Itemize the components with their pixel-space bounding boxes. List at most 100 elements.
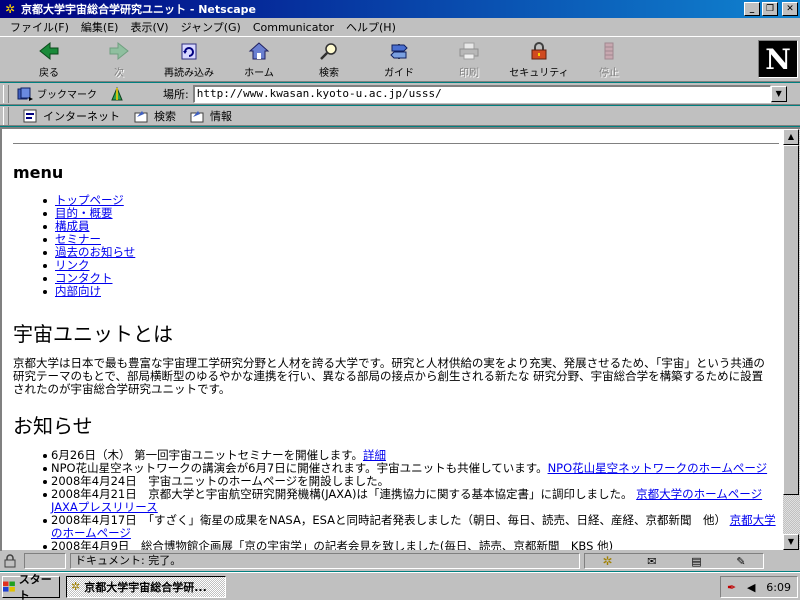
window-title: 京都大学宇宙総合学研究ユニット - Netscape xyxy=(21,3,256,16)
stop-button[interactable]: 停止 xyxy=(574,37,644,81)
security-label: セキュリティ xyxy=(509,67,569,79)
personal-search[interactable]: 検索 xyxy=(134,108,176,124)
news-link-npo[interactable]: NPO花山星空ネットワークのホームページ xyxy=(548,461,768,475)
taskbar-netscape-window[interactable]: ✲ 京都大学宇宙総合学研... xyxy=(66,575,226,598)
guide-button[interactable]: ガイド xyxy=(364,37,434,81)
section-about-text: 京都大学は日本で最も豊富な宇宙理工学研究分野と人材を誇る大学です。研究と人材供給… xyxy=(13,356,765,396)
menu-heading: menu xyxy=(13,163,64,182)
section-about-title: 宇宙ユニットとは xyxy=(13,322,173,346)
info-bookmark-icon xyxy=(190,110,204,122)
search-button[interactable]: 検索 xyxy=(294,37,364,81)
taskbar-window-label: 京都大学宇宙総合学研... xyxy=(84,580,207,594)
home-button[interactable]: ホーム xyxy=(224,37,294,81)
reload-button[interactable]: 再読み込み xyxy=(154,37,224,81)
news-link-kyoto-u[interactable]: 京都大学のホームページ xyxy=(636,487,762,501)
title-bar[interactable]: ✲ 京都大学宇宙総合学研究ユニット - Netscape _ ❐ ✕ xyxy=(0,0,800,18)
personal-internet[interactable]: インターネット xyxy=(23,108,120,124)
status-bar: ドキュメント: 完了。 ✲ ✉ ▤ ✎ xyxy=(0,551,800,571)
print-label: 印刷 xyxy=(459,67,479,79)
close-button[interactable]: ✕ xyxy=(782,2,798,16)
print-icon xyxy=(457,40,481,62)
nav-item-links: リンク xyxy=(39,259,779,272)
scroll-down-button[interactable]: ▼ xyxy=(783,534,799,550)
home-label: ホーム xyxy=(244,67,274,79)
search-icon xyxy=(317,40,341,62)
clock[interactable]: 6:09 xyxy=(766,581,791,594)
nav-item-purpose: 目的・概要 xyxy=(39,207,779,220)
news-text: 2008年4月17日 「すざく」衛星の成果をNASA，ESAと同時記者発表しまし… xyxy=(51,513,726,527)
location-url-input[interactable]: http://www.kwasan.kyoto-u.ac.jp/usss/ xyxy=(192,84,771,103)
news-text: NPO花山星空ネットワークの講演会が6月7日に開催されます。宇宙ユニットも共催し… xyxy=(51,461,548,475)
news-text: 6月26日（木） 第一回宇宙ユニットセミナーを開催します。 xyxy=(51,448,363,462)
start-label: スタート xyxy=(18,572,52,600)
taskbar-netscape-icon: ✲ xyxy=(71,580,81,593)
netscape-app-icon[interactable]: ✲ xyxy=(3,2,17,16)
news-item: 2008年4月9日 総合博物館企画展「京の宇宙学」の記者会見を致しました(毎日、… xyxy=(39,540,779,550)
page-proxy-icon[interactable] xyxy=(109,86,125,102)
vertical-scrollbar[interactable]: ▲ ▼ xyxy=(783,129,800,550)
personal-info[interactable]: 情報 xyxy=(190,108,232,124)
search-label: 検索 xyxy=(319,67,339,79)
menu-go[interactable]: ジャンプ(G) xyxy=(175,19,247,35)
nav-item-seminar: セミナー xyxy=(39,233,779,246)
guide-icon xyxy=(387,40,411,62)
stop-icon xyxy=(597,40,621,62)
news-text: 2008年4月21日 京都大学と宇宙航空研究開発機構(JAXA)は「連携協力に関… xyxy=(51,487,633,501)
security-button[interactable]: セキュリティ xyxy=(504,37,574,81)
minimize-button[interactable]: _ xyxy=(744,2,760,16)
maximize-button[interactable]: ❐ xyxy=(762,2,778,16)
web-content[interactable]: menu トップページ 目的・概要 構成員 セミナー 過去のお知らせ リンク コ… xyxy=(2,129,783,550)
lock-icon xyxy=(527,40,551,62)
system-tray: ✒ ◀ 6:09 xyxy=(720,576,798,598)
nav-link-internal[interactable]: 内部向け xyxy=(55,285,101,298)
progress-bar xyxy=(24,553,66,569)
bookmarks-button[interactable]: ブックマーク xyxy=(17,86,97,101)
back-button[interactable]: 戻る xyxy=(14,37,84,81)
home-icon xyxy=(247,40,271,62)
back-arrow-icon xyxy=(37,40,61,62)
horizontal-rule xyxy=(13,143,779,145)
location-dropdown-button[interactable]: ▼ xyxy=(770,85,787,102)
mail-icon[interactable]: ✉ xyxy=(647,555,656,568)
discussion-icon[interactable]: ▤ xyxy=(691,555,701,568)
status-text: ドキュメント: 完了。 xyxy=(70,553,580,569)
menu-edit[interactable]: 編集(E) xyxy=(75,19,125,35)
personal-search-label: 検索 xyxy=(154,109,176,123)
windows-logo-icon xyxy=(3,581,15,592)
scroll-up-button[interactable]: ▲ xyxy=(783,129,799,145)
netscape-logo[interactable]: N xyxy=(758,40,798,78)
ime-pen-icon[interactable]: ✒ xyxy=(727,581,736,594)
menu-communicator[interactable]: Communicator xyxy=(247,21,340,34)
bookmarks-label: ブックマーク xyxy=(37,90,97,101)
composer-icon[interactable]: ✎ xyxy=(736,555,745,568)
volume-icon[interactable]: ◀ xyxy=(747,581,755,594)
forward-button[interactable]: 次 xyxy=(84,37,154,81)
location-label: 場所: xyxy=(163,87,189,101)
reload-label: 再読み込み xyxy=(164,67,214,79)
personal-internet-label: インターネット xyxy=(43,109,120,123)
start-button[interactable]: スタート xyxy=(2,573,60,600)
navigator-icon[interactable]: ✲ xyxy=(602,554,612,568)
news-link-jaxa[interactable]: JAXAプレスリリース xyxy=(51,500,158,514)
back-label: 戻る xyxy=(39,67,59,79)
internet-icon xyxy=(23,109,37,122)
news-list: 6月26日（木） 第一回宇宙ユニットセミナーを開催します。詳細 NPO花山星空ネ… xyxy=(39,449,779,550)
nav-item-contact: コンタクト xyxy=(39,272,779,285)
news-link-details[interactable]: 詳細 xyxy=(363,448,386,462)
search-bookmark-icon xyxy=(134,110,148,122)
menu-bar: ファイル(F) 編集(E) 表示(V) ジャンプ(G) Communicator… xyxy=(0,18,800,36)
print-button[interactable]: 印刷 xyxy=(434,37,504,81)
windows-taskbar: スタート ✲ 京都大学宇宙総合学研... ✒ ◀ 6:09 xyxy=(0,572,800,600)
stop-label: 停止 xyxy=(599,67,619,79)
menu-file[interactable]: ファイル(F) xyxy=(4,19,75,35)
scroll-thumb[interactable] xyxy=(783,145,799,495)
toolbar-grip[interactable] xyxy=(3,84,9,103)
personal-toolbar-grip[interactable] xyxy=(3,106,9,125)
security-status-icon[interactable] xyxy=(2,553,18,569)
navigation-toolbar: 戻る 次 再読み込み ホーム 検索 ガイド 印刷 セキュリティ 停止 N xyxy=(0,36,800,82)
site-nav: トップページ 目的・概要 構成員 セミナー 過去のお知らせ リンク コンタクト … xyxy=(39,194,779,298)
menu-view[interactable]: 表示(V) xyxy=(124,19,174,35)
news-text: 2008年4月24日 宇宙ユニットのホームページを開設しました。 xyxy=(51,474,390,488)
menu-help[interactable]: ヘルプ(H) xyxy=(340,19,402,35)
nav-item-internal: 内部向け xyxy=(39,285,779,298)
